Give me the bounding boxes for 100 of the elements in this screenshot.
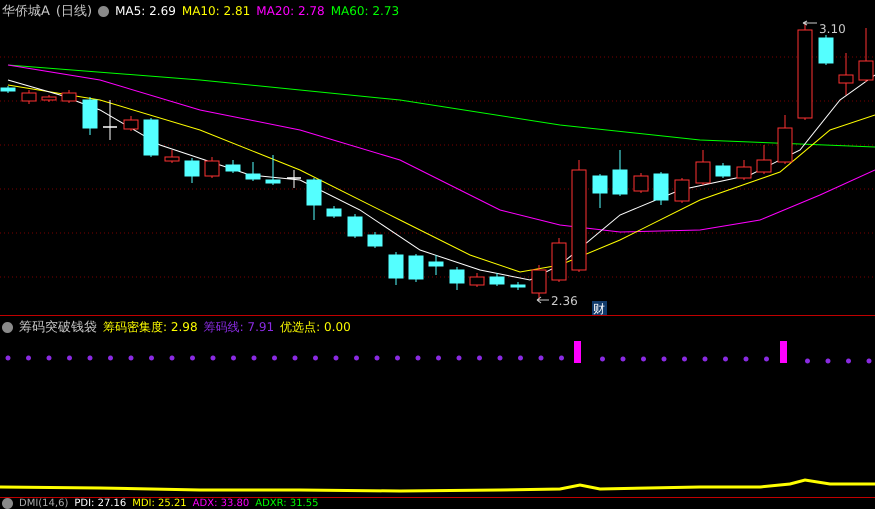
candlestick — [348, 214, 362, 238]
candlestick — [326, 206, 342, 218]
signal-dot — [723, 356, 728, 362]
signal-dot — [416, 356, 420, 360]
candlestick — [124, 116, 138, 132]
low-price-label: 2.36 — [536, 294, 578, 308]
candlestick — [612, 150, 628, 196]
signal-dot — [6, 356, 10, 360]
dropdown-icon[interactable] — [2, 322, 13, 332]
signal-dot — [559, 356, 564, 360]
dropdown-icon[interactable] — [98, 6, 110, 16]
signal-dot — [374, 356, 380, 360]
indicator-value: PDI: 27.16 — [74, 498, 126, 509]
signal-dot — [600, 356, 605, 362]
signal-dot — [498, 356, 502, 360]
candlestick — [306, 178, 322, 220]
signal-dot — [128, 356, 134, 360]
signal-dot — [231, 356, 236, 360]
signal-dot — [826, 358, 830, 364]
indicator-value: MDI: 25.21 — [132, 498, 187, 509]
indicator-name: DMI(14,6) — [19, 498, 68, 509]
candlestick — [470, 272, 484, 288]
signal-dot — [292, 356, 298, 360]
candlestick — [778, 114, 792, 164]
news-badge[interactable]: 财 — [592, 301, 607, 315]
candlestick — [696, 150, 710, 186]
indicator-value: MA10: 2.81 — [182, 4, 250, 18]
candlestick — [634, 172, 648, 194]
candlestick — [756, 144, 772, 174]
candlestick — [490, 272, 504, 286]
signal-dot — [149, 356, 154, 360]
candlestick — [144, 118, 158, 158]
candlestick — [716, 162, 730, 178]
signal-dot — [620, 356, 626, 362]
candlestick — [428, 254, 444, 276]
signal-dot — [744, 356, 748, 362]
signal-dot — [436, 356, 441, 360]
high-price-label: 3.10 — [802, 20, 846, 36]
dropdown-icon[interactable] — [2, 498, 13, 509]
candlestick — [450, 266, 464, 290]
indicator-value: 优选点: 0.00 — [280, 318, 351, 336]
candlestick — [287, 170, 301, 188]
candlestick — [408, 254, 424, 282]
candlestick — [103, 100, 117, 140]
candlestick — [552, 238, 566, 282]
candlestick — [164, 150, 180, 164]
candlestick — [62, 90, 76, 104]
indicator-value: MA60: 2.73 — [330, 4, 400, 18]
indicator-value: MA5: 2.69 — [115, 4, 176, 18]
signal-dot — [477, 356, 482, 360]
signal-dot — [46, 356, 52, 360]
candlestick — [654, 172, 668, 206]
signal-dot — [764, 356, 769, 362]
signal-dot — [170, 356, 174, 360]
signal-dot — [662, 356, 666, 362]
period-label: (日线) — [56, 3, 92, 20]
signal-dot — [190, 356, 195, 360]
signal-dot — [702, 356, 708, 362]
indicator-value: ADXR: 31.55 — [255, 498, 318, 509]
candlestick — [22, 90, 36, 104]
candlestick — [674, 178, 690, 204]
signal-dot — [682, 356, 687, 362]
signal-bar — [780, 341, 787, 363]
candlestick — [204, 156, 220, 178]
signal-dot — [805, 358, 810, 364]
signal-dot — [272, 356, 277, 360]
signal-dot — [354, 356, 359, 360]
indicator-name: 筹码突破钱袋 — [19, 319, 97, 336]
indicator-value: MA20: 2.78 — [256, 4, 325, 18]
indicator-value: ADX: 33.80 — [192, 498, 250, 509]
signal-dot — [67, 356, 72, 360]
candlestick — [0, 86, 16, 94]
candlestick — [532, 264, 546, 300]
signal-dot — [456, 356, 462, 360]
signal-dot — [210, 356, 216, 360]
signal-dot — [88, 356, 92, 360]
candlestick — [592, 174, 608, 208]
candlestick — [82, 96, 98, 136]
signal-dot — [313, 356, 318, 360]
candlestick — [368, 232, 382, 248]
signal-dot — [538, 356, 544, 360]
candlestick — [388, 252, 404, 286]
signal-dot — [518, 356, 523, 360]
candlestick — [42, 94, 56, 102]
candlestick — [184, 158, 200, 184]
candlestick — [736, 160, 752, 180]
indicator-value: 筹码线: 7.91 — [204, 318, 274, 336]
signal-bar — [574, 341, 581, 363]
signal-dot — [108, 356, 113, 360]
signal-dot — [252, 356, 256, 360]
stock-title: 华侨城A — [2, 3, 50, 20]
signal-dot — [334, 356, 338, 360]
candlestick — [226, 160, 240, 174]
candlestick — [266, 154, 280, 186]
signal-dot — [641, 356, 646, 362]
candlestick — [246, 162, 260, 182]
candlestick — [838, 52, 854, 96]
signal-dot — [846, 358, 851, 364]
signal-dot — [395, 356, 400, 360]
signal-dot — [26, 356, 31, 360]
